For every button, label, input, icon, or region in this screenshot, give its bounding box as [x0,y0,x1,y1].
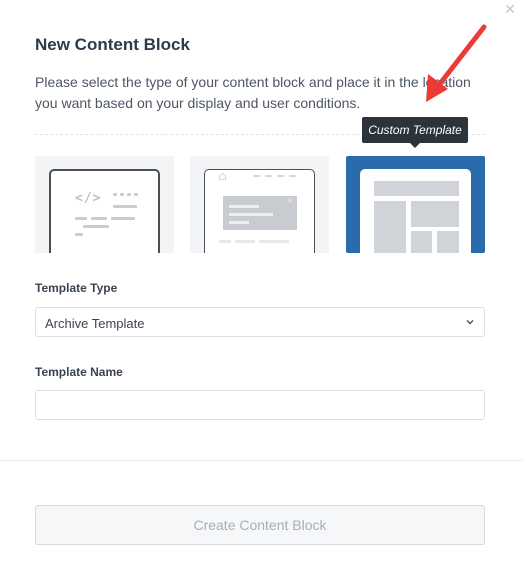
popup-box: ✕ [223,196,297,230]
custom-template-tooltip: Custom Template [362,117,468,148]
chevron-down-icon [466,319,474,325]
block-type-custom-template[interactable] [346,156,485,253]
template-type-value: Archive Template [45,316,145,331]
code-editor-icon: </> [49,169,160,253]
dialog-title: New Content Block [35,35,190,54]
footer-divider [0,460,523,461]
close-icon[interactable]: ✕ [503,2,517,16]
browser-bar [205,170,314,182]
block-type-popup[interactable]: ✕ [190,156,329,253]
new-content-block-dialog: ✕ New Content Block Please select the ty… [0,0,523,573]
popup-window-icon: ✕ [204,169,315,253]
template-name-input[interactable] [35,390,485,420]
block-type-code-snippet[interactable]: </> [35,156,174,253]
page-layout-icon [360,169,471,253]
block-type-options: </> ✕ [35,156,485,253]
create-content-block-button[interactable]: Create Content Block [35,505,485,545]
template-name-label: Template Name [35,365,123,379]
annotation-arrow-icon [426,24,487,102]
template-type-select[interactable]: Archive Template [35,307,485,337]
template-type-label: Template Type [35,281,118,295]
